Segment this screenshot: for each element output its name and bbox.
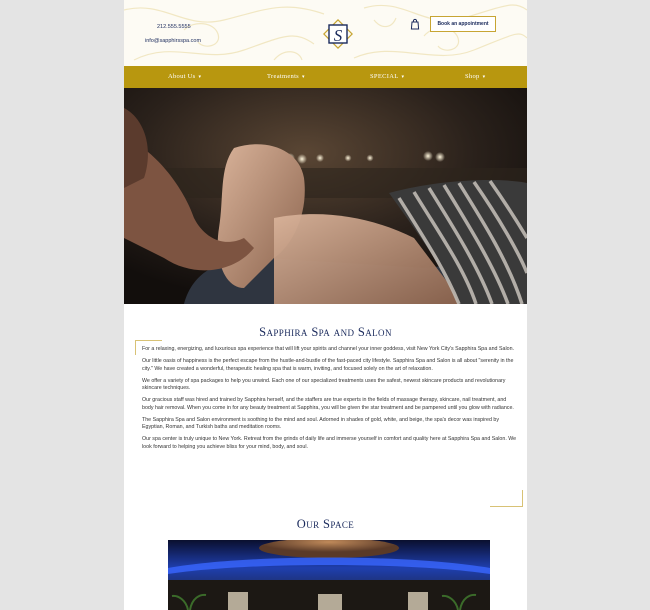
nav-special[interactable]: SPECIAL ▾	[370, 66, 404, 88]
nav-shop-label: Shop	[465, 73, 480, 80]
intro-paragraph: Our little oasis of happiness is the per…	[142, 357, 514, 372]
page: 212.555.5555 info@sapphirsspa.com S Book…	[124, 0, 527, 610]
intro-paragraph: Our gracious staff was hired and trained…	[142, 397, 514, 411]
main-nav: About Us ▾ Treatments ▾ SPECIAL ▾ Shop ▾	[124, 66, 527, 88]
nav-treatments[interactable]: Treatments ▾	[267, 66, 305, 88]
book-appointment-button[interactable]: Book an appointment	[430, 16, 496, 32]
our-space-heading: Our Space	[296, 517, 355, 531]
intro-paragraph: Our spa center is truly unique to New Yo…	[142, 436, 517, 450]
caret-down-icon: ▾	[302, 75, 305, 80]
hero-massage-photo	[124, 88, 527, 304]
caret-down-icon: ▾	[482, 75, 486, 80]
intro-text: For a relaxing, energizing, and luxuriou…	[142, 346, 518, 456]
our-space-photo	[168, 540, 490, 610]
nav-special-label: SPECIAL	[370, 73, 399, 80]
intro-paragraph: The Sapphira Spa and Salon environment i…	[142, 416, 500, 431]
intro-paragraph: We offer a variety of spa packages to he…	[142, 377, 506, 392]
nav-about-us[interactable]: About Us ▾	[168, 66, 201, 88]
email-address[interactable]: info@sapphirsspa.com	[145, 38, 201, 44]
page-title: Sapphira Spa and Salon	[259, 325, 392, 339]
nav-about-us-label: About Us	[168, 73, 196, 80]
caret-down-icon: ▾	[401, 75, 405, 80]
nav-treatments-label: Treatments	[267, 73, 300, 80]
logo-letter: S	[334, 26, 343, 45]
intro-paragraph: For a relaxing, energizing, and luxuriou…	[142, 346, 514, 352]
site-header: 212.555.5555 info@sapphirsspa.com S Book…	[124, 0, 527, 66]
decorative-corner-bottom-right	[490, 490, 523, 507]
caret-down-icon: ▾	[198, 75, 202, 80]
phone-number[interactable]: 212.555.5555	[157, 24, 191, 30]
shopping-bag-icon[interactable]	[410, 18, 420, 30]
nav-shop[interactable]: Shop ▾	[465, 66, 485, 88]
sapphira-logo[interactable]: S	[320, 16, 356, 52]
